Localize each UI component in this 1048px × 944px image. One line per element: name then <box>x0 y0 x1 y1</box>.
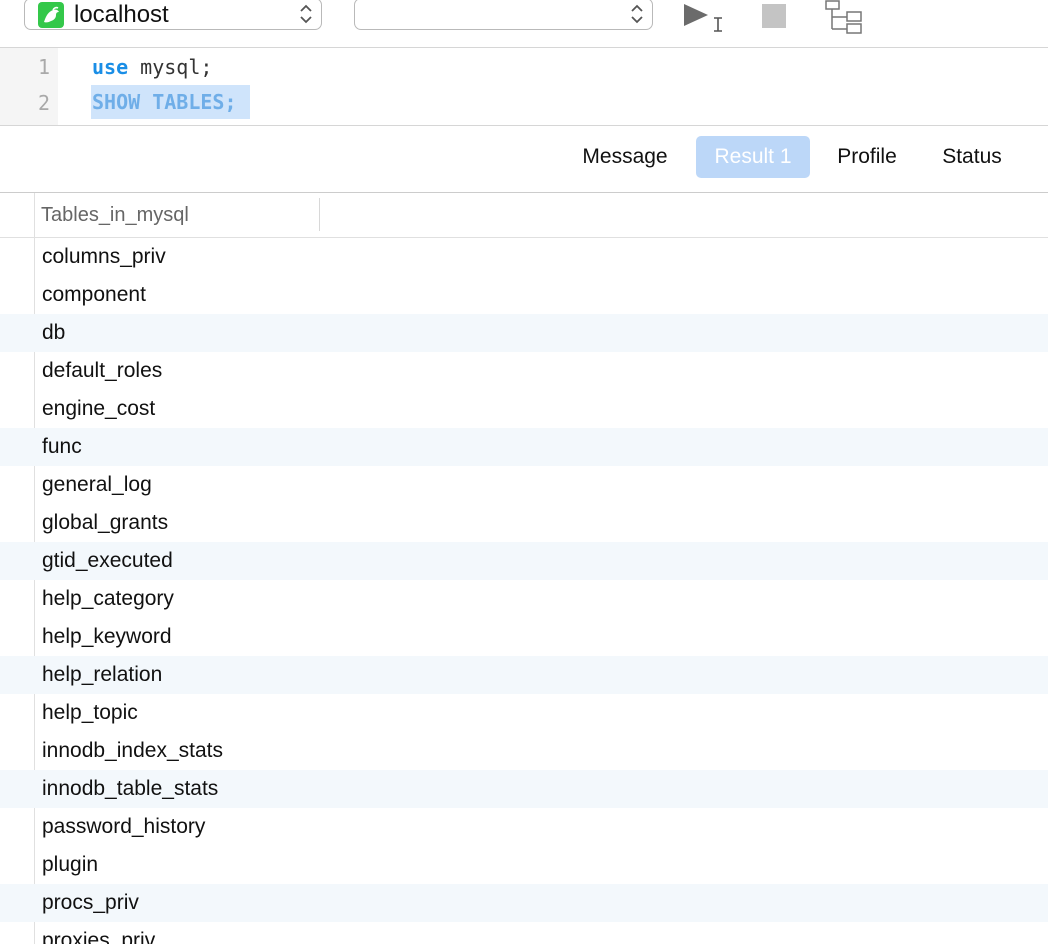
table-row[interactable]: columns_priv <box>0 238 1048 276</box>
result-grid[interactable]: Tables_in_mysql columns_priv component db d… <box>0 193 1048 944</box>
stepper-icon <box>630 3 644 25</box>
database-select[interactable] <box>354 0 653 30</box>
sql-text: mysql; <box>128 55 213 79</box>
table-cell[interactable]: engine_cost <box>42 390 155 428</box>
table-row[interactable]: help_relation <box>0 656 1048 694</box>
table-cell[interactable]: help_relation <box>42 656 162 694</box>
run-query-icon <box>684 4 722 32</box>
stop-button[interactable] <box>762 4 786 28</box>
code-line[interactable]: SHOW TABLES; <box>92 84 237 120</box>
table-row[interactable]: default_roles <box>0 352 1048 390</box>
table-row[interactable]: innodb_table_stats <box>0 770 1048 808</box>
table-cell[interactable]: general_log <box>42 466 152 504</box>
explain-icon <box>825 0 862 34</box>
table-cell[interactable]: help_keyword <box>42 618 172 656</box>
table-cell[interactable]: plugin <box>42 846 98 884</box>
table-cell[interactable]: password_history <box>42 808 205 846</box>
result-tabs: Message Result 1 Profile Status <box>0 126 1048 193</box>
table-row[interactable]: general_log <box>0 466 1048 504</box>
run-query-button[interactable] <box>683 2 727 34</box>
table-cell[interactable]: proxies_priv <box>42 922 155 944</box>
mysql-dolphin-icon <box>38 2 64 28</box>
grid-header: Tables_in_mysql <box>0 193 1048 238</box>
tab-profile[interactable]: Profile <box>822 136 912 178</box>
sql-editor[interactable]: 1 2 use mysql; SHOW TABLES; <box>0 48 1048 126</box>
tab-status[interactable]: Status <box>926 136 1018 178</box>
tab-result-1[interactable]: Result 1 <box>696 136 810 178</box>
table-row[interactable]: innodb_index_stats <box>0 732 1048 770</box>
table-cell[interactable]: innodb_table_stats <box>42 770 218 808</box>
toolbar: localhost <box>0 0 1048 48</box>
table-cell[interactable]: default_roles <box>42 352 162 390</box>
table-row[interactable]: plugin <box>0 846 1048 884</box>
line-number: 1 <box>37 55 50 79</box>
stepper-icon <box>299 3 313 25</box>
table-cell[interactable]: component <box>42 276 146 314</box>
table-cell[interactable]: innodb_index_stats <box>42 732 223 770</box>
table-row[interactable]: proxies_priv <box>0 922 1048 944</box>
table-row[interactable]: password_history <box>0 808 1048 846</box>
connection-select[interactable]: localhost <box>24 0 322 30</box>
table-cell[interactable]: db <box>42 314 65 352</box>
column-divider[interactable] <box>319 198 320 231</box>
table-cell[interactable]: help_category <box>42 580 174 618</box>
table-row[interactable]: global_grants <box>0 504 1048 542</box>
sql-keyword: use <box>92 55 129 79</box>
explain-button[interactable] <box>825 0 865 34</box>
table-cell[interactable]: procs_priv <box>42 884 139 922</box>
table-row[interactable]: engine_cost <box>0 390 1048 428</box>
table-row[interactable]: help_keyword <box>0 618 1048 656</box>
tab-message[interactable]: Message <box>566 136 684 178</box>
code-line[interactable]: use mysql; <box>92 49 212 85</box>
table-row[interactable]: gtid_executed <box>0 542 1048 580</box>
table-row[interactable]: func <box>0 428 1048 466</box>
column-header-tables-in-mysql[interactable]: Tables_in_mysql <box>41 193 189 237</box>
line-number: 2 <box>37 91 50 115</box>
table-row[interactable]: db <box>0 314 1048 352</box>
table-cell[interactable]: func <box>42 428 82 466</box>
sql-selected-text: SHOW TABLES; <box>92 90 237 114</box>
table-cell[interactable]: gtid_executed <box>42 542 173 580</box>
line-number-gutter: 1 2 <box>0 48 58 125</box>
table-row[interactable]: help_topic <box>0 694 1048 732</box>
table-row[interactable]: procs_priv <box>0 884 1048 922</box>
table-row[interactable]: help_category <box>0 580 1048 618</box>
connection-label: localhost <box>74 1 169 28</box>
table-cell[interactable]: help_topic <box>42 694 138 732</box>
table-cell[interactable]: global_grants <box>42 504 168 542</box>
table-row[interactable]: component <box>0 276 1048 314</box>
grid-rows: columns_priv component db default_roles engi… <box>0 238 1048 944</box>
table-cell[interactable]: columns_priv <box>42 238 166 276</box>
stop-icon <box>762 4 786 28</box>
